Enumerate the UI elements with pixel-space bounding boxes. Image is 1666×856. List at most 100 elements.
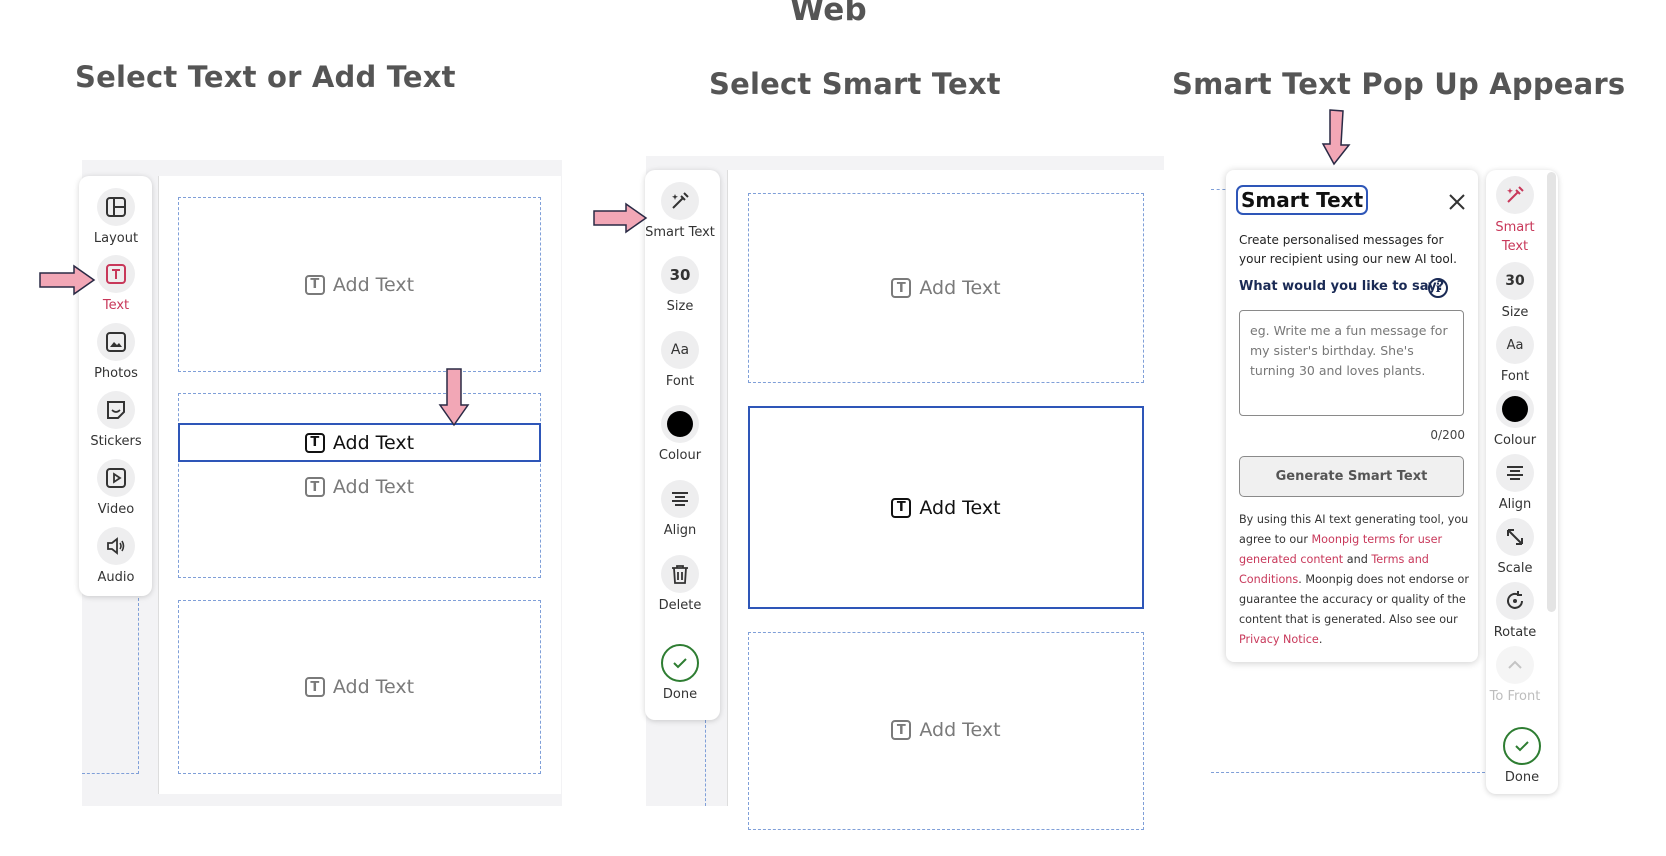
add-text-label: Add Text [332,431,415,454]
text-box[interactable]: T Add Text [178,600,541,774]
add-text-label: Add Text [332,676,415,698]
text-icon: T [891,278,912,298]
tool-label: Stickers [90,434,142,449]
font-icon: Aa [661,331,699,369]
colour-swatch-icon [661,405,699,443]
size-value: 30 [661,256,699,294]
tool-delete[interactable]: Delete [640,555,720,615]
tool-audio[interactable]: Audio [76,527,156,587]
check-icon [1503,727,1541,765]
text-icon: T [304,677,325,697]
tool-label: Size [666,299,694,314]
tool-label: Size [1501,305,1529,320]
tool-label: Align [1498,497,1532,512]
tool-photos[interactable]: Photos [76,323,156,383]
smart-text-popup: Smart Text Create personalised messages … [1226,170,1478,662]
panel-1-guide-line [138,598,139,774]
tool-align[interactable]: Align [1475,454,1555,514]
photo-icon [97,323,135,361]
text-box[interactable]: T Add Text [748,193,1144,383]
tool-label: Delete [658,598,702,613]
tool-layout[interactable]: Layout [76,188,156,248]
tool-label: Video [97,502,135,517]
done-button[interactable]: Done [1482,727,1562,787]
tool-size[interactable]: 30 Size [640,256,720,316]
tool-label: Done [1504,770,1540,785]
character-counter: 0/200 [1430,428,1465,442]
tool-label: Scale [1497,561,1533,576]
layout-icon [97,188,135,226]
tool-video[interactable]: Video [76,459,156,519]
add-text-label: Add Text [332,273,415,296]
tool-smart-text[interactable]: Smart Text [640,182,720,242]
tool-colour[interactable]: Colour [640,405,720,465]
pointer-arrow-right [593,202,648,234]
popup-title: Smart Text [1236,185,1369,215]
text-icon: T [304,432,325,453]
audio-icon [97,527,135,565]
step-2-heading: Select Smart Text [709,67,1001,101]
step-1-heading: Select Text or Add Text [75,60,456,94]
font-icon: Aa [1496,326,1534,364]
check-icon [661,644,699,682]
tool-label: Align [663,523,697,538]
rotate-icon [1496,582,1534,620]
selected-text-box[interactable]: T Add Text [178,423,541,462]
tool-scale[interactable]: Scale [1475,518,1555,578]
page-title: Web [790,0,867,28]
text-icon: T [891,497,912,518]
tool-label: Colour [658,448,702,463]
text-icon: T [304,274,325,295]
text-icon: T [891,720,912,740]
tool-label: Layout [93,231,139,246]
tool-size[interactable]: 30 Size [1475,262,1555,322]
done-button[interactable]: Done [640,644,720,704]
tool-label: Colour [1493,433,1537,448]
text-icon: T [304,477,325,497]
pointer-arrow-down [438,368,470,427]
align-icon [661,480,699,518]
to-front-icon [1496,646,1534,684]
tool-stickers[interactable]: Stickers [76,391,156,451]
tool-colour[interactable]: Colour [1475,390,1555,450]
add-text-label: Add Text [919,496,1001,519]
tool-smart-text[interactable]: Smart Text [1475,176,1555,256]
privacy-notice-link[interactable]: Privacy Notice [1239,633,1319,646]
panel-2-guide-line [705,720,706,806]
add-text-label: Add Text [332,476,415,498]
step-3-heading: Smart Text Pop Up Appears [1172,67,1626,101]
tool-label: Font [665,374,695,389]
tool-label: Audio [97,570,135,585]
tool-to-front[interactable]: To Front [1475,646,1555,706]
tool-font[interactable]: Aa Font [1475,326,1555,386]
text-box[interactable]: T Add Text [178,393,541,578]
tool-label: Smart Text [645,225,715,240]
tool-rotate[interactable]: Rotate [1475,582,1555,642]
selected-text-box[interactable]: T Add Text [748,406,1144,609]
info-icon[interactable]: i [1428,278,1448,298]
text-box[interactable]: T Add Text [748,632,1144,830]
add-text-label: Add Text [919,719,1001,741]
trash-icon [661,555,699,593]
tool-font[interactable]: Aa Font [640,331,720,391]
text-icon [97,255,135,293]
ai-disclaimer: By using this AI text generating tool, y… [1239,513,1469,646]
align-icon [1496,454,1534,492]
smart-text-input[interactable]: eg. Write me a fun message for my sister… [1239,310,1464,416]
panel-1-guide-line [82,773,139,774]
close-icon[interactable] [1448,193,1466,211]
magic-wand-icon [1496,176,1534,214]
tool-label: Done [662,687,698,702]
tool-label: Text [102,298,130,313]
text-box[interactable]: T Add Text [178,197,541,372]
generate-smart-text-button[interactable]: Generate Smart Text [1239,456,1464,497]
tool-label: Photos [94,366,138,381]
tool-label: Rotate [1493,625,1537,640]
popup-description: Create personalised messages for your re… [1239,233,1457,266]
tool-align[interactable]: Align [640,480,720,540]
colour-swatch-icon [1496,390,1534,428]
tool-label: To Front [1489,689,1541,704]
add-text-label: Add Text [919,277,1001,299]
panel-3-guide-line [1211,772,1485,773]
sticker-icon [97,391,135,429]
